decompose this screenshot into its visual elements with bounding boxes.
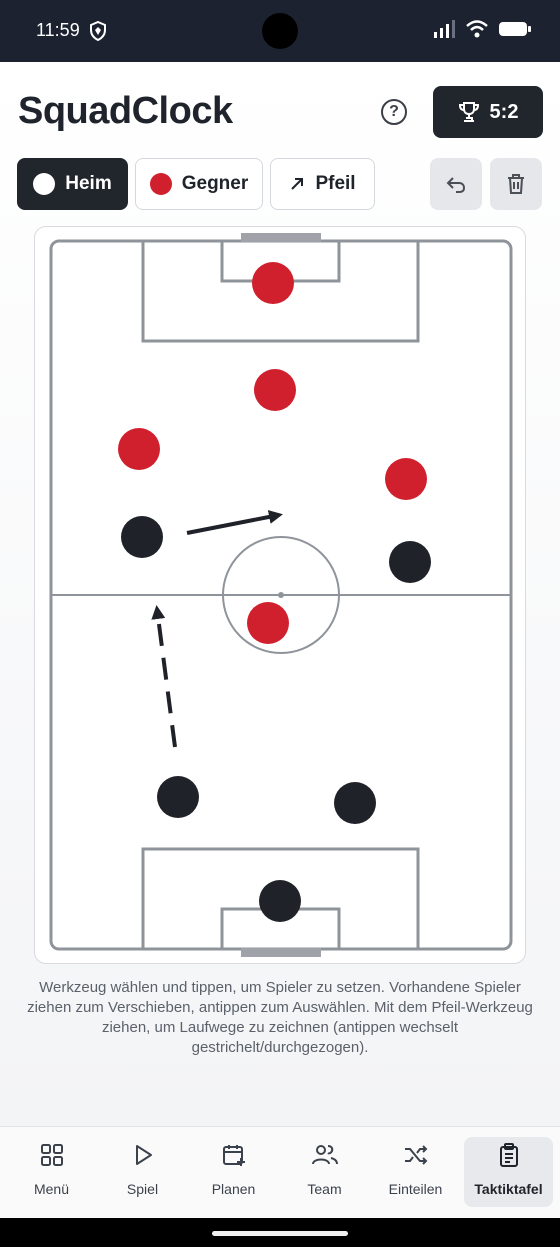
home-color-dot	[33, 173, 56, 195]
system-nav-bar	[0, 1218, 560, 1247]
opponent-player[interactable]	[118, 428, 160, 470]
tab-label: Taktiktafel	[474, 1181, 543, 1197]
tab-menu[interactable]: Menü	[7, 1137, 96, 1207]
app-screen: SquadClock ? 5:2 Heim Gegner Pfeil Werkz…	[0, 62, 560, 1126]
shuffle-icon	[404, 1145, 427, 1165]
tab-label: Spiel	[126, 1181, 159, 1197]
opponent-player[interactable]	[385, 458, 427, 500]
help-button[interactable]: ?	[381, 99, 407, 125]
grid-icon	[40, 1144, 63, 1166]
tab-label: Einteilen	[388, 1181, 443, 1197]
arrow-dashed[interactable]	[151, 605, 177, 748]
tool-home-button[interactable]: Heim	[17, 158, 128, 210]
camera-cutout	[262, 13, 298, 49]
tab-game[interactable]: Spiel	[98, 1137, 187, 1207]
center-spot	[278, 592, 284, 598]
tool-opponent-button[interactable]: Gegner	[135, 158, 263, 210]
opponent-player[interactable]	[252, 262, 294, 304]
battery-icon	[499, 22, 531, 36]
trash-icon	[508, 174, 524, 194]
tab-label: Menü	[33, 1181, 70, 1197]
calendar-plus-icon	[222, 1145, 245, 1166]
home-player[interactable]	[121, 516, 163, 558]
home-player[interactable]	[157, 776, 199, 818]
home-indicator[interactable]	[212, 1231, 348, 1236]
trophy-icon	[458, 102, 479, 122]
status-time: 11:59	[36, 20, 80, 40]
opponent-player[interactable]	[247, 602, 289, 644]
pitch[interactable]	[35, 227, 527, 965]
tool-opponent-label: Gegner	[181, 173, 249, 194]
tab-team[interactable]: Team	[280, 1137, 369, 1207]
score-button[interactable]: 5:2	[433, 86, 543, 138]
wifi-icon	[466, 20, 488, 38]
home-player[interactable]	[259, 880, 301, 922]
clipboard-icon	[499, 1143, 518, 1167]
app-title: SquadClock	[18, 90, 233, 132]
home-player[interactable]	[389, 541, 431, 583]
play-icon	[135, 1145, 152, 1165]
users-icon	[311, 1145, 338, 1165]
status-bar: 11:59	[0, 0, 560, 62]
goal-top	[241, 233, 321, 242]
instructions-text: Werkzeug wählen und tippen, um Spieler z…	[27, 979, 533, 1056]
goal-bottom	[241, 948, 321, 957]
tab-plan[interactable]: Planen	[189, 1137, 278, 1207]
tab-label: Planen	[211, 1181, 256, 1197]
delete-button[interactable]	[490, 158, 542, 210]
opponent-color-dot	[149, 173, 172, 195]
tool-arrow-button[interactable]: Pfeil	[270, 158, 375, 210]
tab-label: Team	[307, 1181, 342, 1197]
tool-arrow-label: Pfeil	[315, 173, 356, 194]
score-value: 5:2	[489, 100, 519, 123]
undo-button[interactable]	[430, 158, 482, 210]
arrow-solid[interactable]	[186, 510, 283, 535]
tab-assign[interactable]: Einteilen	[371, 1137, 460, 1207]
bottom-tab-bar: Menü Spiel Planen Team Einteilen Taktikt…	[0, 1126, 560, 1218]
tactics-board[interactable]	[34, 226, 526, 964]
undo-icon	[446, 177, 466, 193]
home-player[interactable]	[334, 782, 376, 824]
shield-icon	[90, 21, 106, 41]
tab-tactics[interactable]: Taktiktafel	[464, 1137, 553, 1207]
tool-home-label: Heim	[65, 173, 112, 194]
signal-icon	[434, 20, 455, 38]
arrow-up-right-icon	[291, 178, 304, 190]
opponent-player[interactable]	[254, 369, 296, 411]
